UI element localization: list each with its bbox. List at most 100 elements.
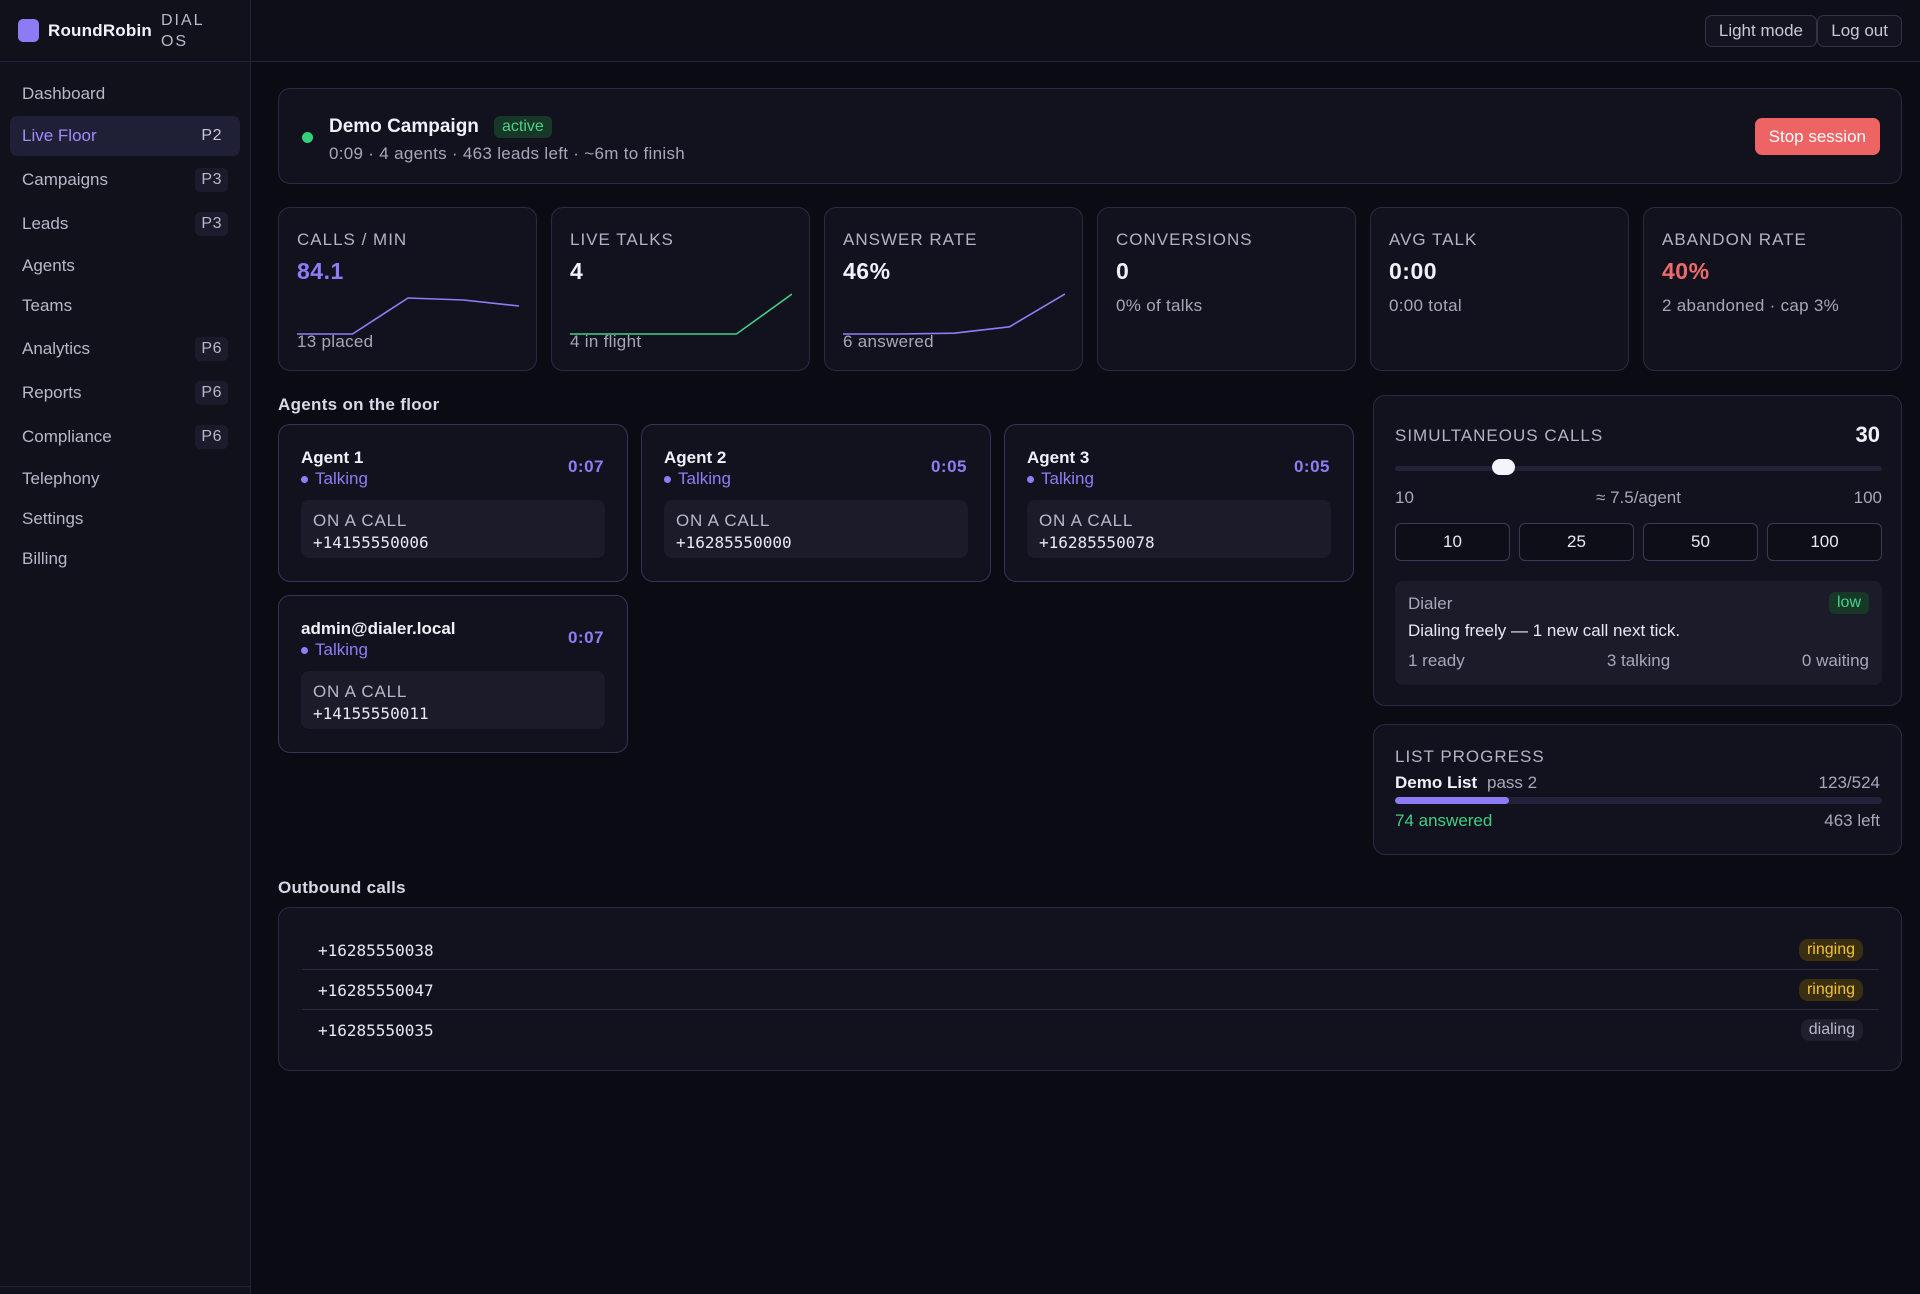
- preset-button-10[interactable]: 10: [1395, 523, 1510, 561]
- agent-card[interactable]: Agent 2 Talking 0:05 ON A CALL +16285550…: [641, 424, 991, 582]
- agent-name: Agent 1: [301, 448, 364, 467]
- brand-name: RoundRobin: [48, 20, 152, 40]
- top-bar: Light mode Log out: [251, 0, 1920, 62]
- list-progress-bar: [1395, 797, 1882, 804]
- sparkline-series: [297, 297, 519, 335]
- sidebar-item-label: Dashboard: [22, 84, 106, 103]
- sidebar-item-leads[interactable]: Leads P3: [10, 204, 240, 244]
- agent-call-box: ON A CALL +14155550006: [301, 500, 605, 558]
- light-mode-button[interactable]: Light mode: [1704, 15, 1817, 47]
- call-label: ON A CALL: [313, 511, 408, 530]
- simultaneous-calls-slider[interactable]: [1395, 466, 1882, 471]
- live-status-dot-icon: [302, 132, 313, 143]
- sidebar-item-telephony[interactable]: Telephony: [10, 459, 240, 499]
- sidebar-item-campaigns[interactable]: Campaigns P3: [10, 160, 240, 200]
- stat-subtext: 0% of talks: [1116, 296, 1203, 315]
- sidebar-item-live-floor[interactable]: Live Floor P2: [10, 116, 240, 156]
- agent-status: Talking: [664, 469, 731, 489]
- sidebar-item-badge: P3: [195, 212, 228, 236]
- agents-section-title: Agents on the floor: [278, 395, 440, 414]
- sidebar-item-settings[interactable]: Settings: [10, 499, 240, 539]
- stop-session-button[interactable]: Stop session: [1754, 118, 1880, 155]
- stat-label: CALLS / MIN: [297, 230, 408, 249]
- outbound-section-title: Outbound calls: [278, 878, 406, 897]
- agent-status: Talking: [1027, 469, 1094, 489]
- preset-button-50[interactable]: 50: [1643, 523, 1758, 561]
- stat-subtext: 2 abandoned · cap 3%: [1662, 296, 1840, 315]
- sidebar-item-label: Campaigns: [22, 170, 108, 189]
- agent-name: Agent 3: [1027, 448, 1090, 467]
- call-number: +14155550006: [313, 533, 429, 552]
- agent-card[interactable]: admin@dialer.local Talking 0:07 ON A CAL…: [278, 595, 628, 753]
- sidebar-item-label: Leads: [22, 214, 69, 233]
- call-number: +16285550038: [318, 941, 434, 960]
- sidebar-footer-divider: [0, 1286, 251, 1294]
- slider-thumb[interactable]: [1491, 459, 1515, 475]
- status-dot-icon: [301, 475, 308, 483]
- sparkline-series: [570, 293, 792, 335]
- preset-button-100[interactable]: 100: [1767, 523, 1882, 561]
- outbound-calls-list: +16285550038 ringing +16285550047 ringin…: [278, 907, 1902, 1071]
- stat-value: 46%: [843, 258, 891, 284]
- sidebar-item-teams[interactable]: Teams: [10, 286, 240, 326]
- call-status-badge: ringing: [1798, 979, 1863, 1001]
- stat-card-calls-per-min: CALLS / MIN 84.1 13 placed: [278, 207, 537, 371]
- sidebar-item-label: Reports: [22, 383, 82, 402]
- status-dot-icon: [301, 646, 308, 654]
- preset-buttons: 10 25 50 100: [1395, 523, 1882, 561]
- campaign-header: Demo Campaign active 0:09 · 4 agents · 4…: [278, 88, 1902, 184]
- agent-name: admin@dialer.local: [301, 619, 456, 638]
- stat-value: 0:00: [1389, 258, 1438, 284]
- stat-card-answer-rate: ANSWER RATE 46% 6 answered: [824, 207, 1083, 371]
- stat-value: 40%: [1662, 258, 1710, 284]
- table-row[interactable]: +16285550047 ringing: [302, 970, 1879, 1010]
- stat-value: 4: [570, 258, 584, 284]
- stat-card-conversions: CONVERSIONS 0 0% of talks: [1097, 207, 1356, 371]
- stat-card-avg-talk: AVG TALK 0:00 0:00 total: [1370, 207, 1629, 371]
- call-number: +16285550035: [318, 1021, 434, 1040]
- sidebar-item-dashboard[interactable]: Dashboard: [10, 74, 240, 114]
- list-progress-panel: LIST PROGRESS Demo List pass 2 123/524 7…: [1373, 724, 1902, 855]
- stat-card-abandon-rate: ABANDON RATE 40% 2 abandoned · cap 3%: [1643, 207, 1902, 371]
- list-answered: 74 answered: [1395, 811, 1493, 830]
- sidebar-item-agents[interactable]: Agents: [10, 246, 240, 286]
- sidebar-item-analytics[interactable]: Analytics P6: [10, 329, 240, 369]
- list-pass: pass 2: [1487, 773, 1538, 792]
- call-number: +16285550078: [1039, 533, 1155, 552]
- stat-subtext: 6 answered: [843, 332, 934, 351]
- simultaneous-calls-value: 30: [1855, 422, 1880, 447]
- stat-value: 84.1: [297, 258, 344, 284]
- table-row[interactable]: +16285550038 ringing: [302, 930, 1879, 970]
- sidebar-item-label: Live Floor: [22, 126, 97, 145]
- sidebar-item-badge: P6: [195, 337, 228, 361]
- sidebar-item-label: Billing: [22, 549, 68, 568]
- table-row[interactable]: +16285550035 dialing: [302, 1010, 1879, 1050]
- dialer-level-badge: low: [1828, 592, 1869, 614]
- call-number: +16285550047: [318, 981, 434, 1000]
- call-number: +14155550011: [313, 704, 429, 723]
- logout-button[interactable]: Log out: [1817, 15, 1902, 47]
- sidebar-item-label: Compliance: [22, 427, 112, 446]
- sidebar-item-badge: P2: [201, 127, 222, 144]
- call-number: +16285550000: [676, 533, 792, 552]
- brand[interactable]: RoundRobin DIAL OS: [0, 0, 250, 62]
- dialer-message: Dialing freely — 1 new call next tick.: [1408, 621, 1681, 640]
- stat-value: 0: [1116, 258, 1130, 284]
- sidebar: RoundRobin DIAL OS Dashboard Live Floor …: [0, 0, 251, 1294]
- sidebar-item-billing[interactable]: Billing: [10, 539, 240, 579]
- agent-timer: 0:07: [567, 457, 604, 476]
- dialer-status-box: Dialer low Dialing freely — 1 new call n…: [1395, 581, 1882, 685]
- agent-status: Talking: [301, 469, 368, 489]
- sidebar-item-label: Analytics: [22, 339, 91, 358]
- stat-subtext: 0:00 total: [1389, 296, 1462, 315]
- sparkline-chart: [570, 293, 792, 335]
- preset-button-25[interactable]: 25: [1519, 523, 1634, 561]
- slider-max-label: 100: [1853, 488, 1882, 507]
- sidebar-item-reports[interactable]: Reports P6: [10, 373, 240, 413]
- sidebar-item-label: Settings: [22, 509, 84, 528]
- status-dot-icon: [1027, 475, 1034, 483]
- agent-card[interactable]: Agent 1 Talking 0:07 ON A CALL +14155550…: [278, 424, 628, 582]
- simultaneous-calls-label: SIMULTANEOUS CALLS: [1395, 426, 1604, 445]
- sidebar-item-compliance[interactable]: Compliance P6: [10, 417, 240, 457]
- agent-card[interactable]: Agent 3 Talking 0:05 ON A CALL +16285550…: [1004, 424, 1354, 582]
